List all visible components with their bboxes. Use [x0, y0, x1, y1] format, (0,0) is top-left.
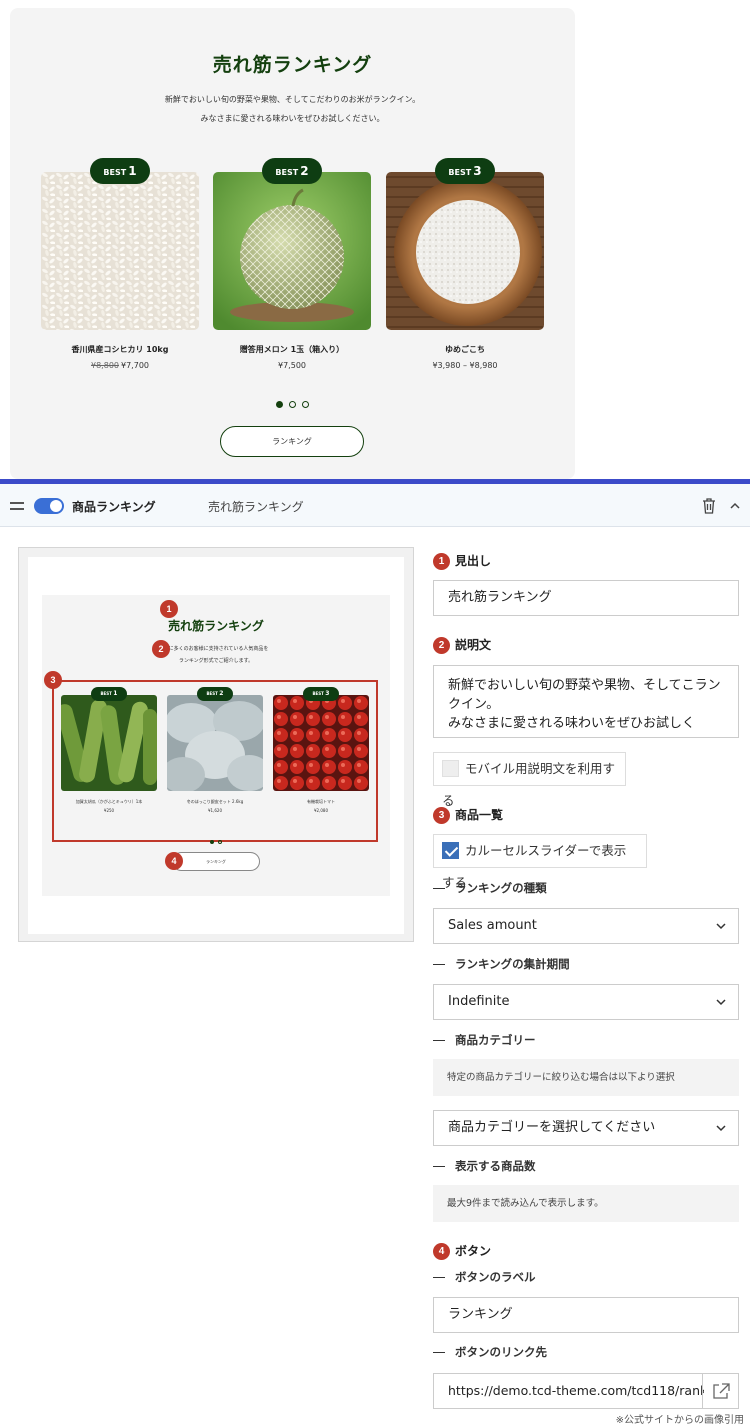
product-list-label: 3 商品一覧	[433, 806, 503, 824]
dot	[210, 840, 214, 844]
button-section-label: 4 ボタン	[433, 1242, 491, 1260]
product-name: 有機栽培トマト	[307, 799, 335, 804]
dot	[218, 840, 222, 844]
block-enable-toggle[interactable]	[34, 498, 64, 514]
diagram-preview: 売れ筋ランキング 特に多くのお客様に支持されている人気商品を ランキング形式でご…	[42, 595, 390, 896]
button-label-input[interactable]: ランキング	[433, 1297, 739, 1333]
ranking-type-select[interactable]: Sales amount	[433, 908, 739, 944]
section-title: 売れ筋ランキング	[212, 54, 373, 76]
ranking-button[interactable]: ランキング	[220, 426, 364, 457]
number-badge: 2	[433, 637, 450, 654]
chevron-down-icon	[716, 923, 726, 930]
diagram-product-2: BEST 2 冬のほっこり銀皮セット 2.6kg ¥1,620	[167, 687, 263, 813]
rank-badge: BEST 3	[303, 687, 339, 701]
diagram-carousel-dots	[42, 829, 390, 848]
rice-bowl-image[interactable]	[386, 172, 544, 330]
rank-badge: BEST 1	[91, 687, 127, 701]
category-label: 商品カテゴリー	[433, 1032, 536, 1048]
heading-input[interactable]: 売れ筋ランキング	[433, 580, 739, 616]
number-badge: 3	[433, 807, 450, 824]
chevron-down-icon	[716, 999, 726, 1006]
checkbox-checked-icon[interactable]	[442, 842, 459, 859]
product-name[interactable]: ゆめごこち	[386, 344, 544, 355]
carousel-dot-1[interactable]	[276, 401, 283, 408]
chevron-up-icon[interactable]	[730, 501, 740, 511]
carousel-dot-2[interactable]	[289, 401, 296, 408]
product-price: ¥250	[103, 808, 115, 813]
description-label: 2 説明文	[433, 636, 491, 654]
rank-badge: BEST 1	[90, 158, 150, 184]
image-caption: ※公式サイトからの画像引用	[615, 1415, 744, 1426]
open-link-button[interactable]	[702, 1374, 738, 1408]
diagram-title: 売れ筋ランキング	[168, 619, 264, 633]
melon-image[interactable]	[213, 172, 371, 330]
marker-2: 2	[152, 640, 170, 658]
ranking-period-label: ランキングの集計期間	[433, 956, 570, 972]
diagram-description: 特に多くのお客様に支持されている人気商品を ランキング形式でご紹介します。	[163, 646, 269, 664]
product-name: 冬のほっこり銀皮セット 2.6kg	[186, 799, 244, 804]
product-count-label: 表示する商品数	[433, 1158, 536, 1174]
mobile-description-checkbox[interactable]: モバイル用説明文を利用する	[433, 752, 626, 808]
heading-label: 1 見出し	[433, 552, 491, 570]
block-header: 商品ランキング 売れ筋ランキング	[0, 484, 750, 527]
product-name[interactable]: 贈答用メロン 1玉（箱入り）	[213, 344, 371, 355]
carousel-checkbox[interactable]: カルーセルスライダーで表示する	[433, 834, 647, 890]
layout-diagram: 売れ筋ランキング 特に多くのお客様に支持されている人気商品を ランキング形式でご…	[18, 547, 414, 942]
product-name[interactable]: 香川県産コシヒカリ 10kg	[41, 344, 199, 355]
number-badge: 1	[433, 553, 450, 570]
diagram-product-1: BEST 1 加賀太胡瓜（かがふとキュウリ）1本 ¥250	[61, 687, 157, 813]
diagram-canvas: 売れ筋ランキング 特に多くのお客様に支持されている人気商品を ランキング形式でご…	[28, 557, 404, 934]
product-price: ¥3,980 – ¥8,980	[432, 361, 498, 370]
product-price: ¥2,080	[314, 808, 328, 813]
category-select[interactable]: 商品カテゴリーを選択してください	[433, 1110, 739, 1146]
product-price: ¥1,620	[208, 808, 222, 813]
block-type-name: 商品ランキング	[72, 500, 156, 514]
description-textarea[interactable]: 新鮮でおいしい旬の野菜や果物、そしてこラン クイン。 みなさまに愛される味わいを…	[433, 665, 739, 738]
ranking-preview-section: 売れ筋ランキング 新鮮でおいしい旬の野菜や果物、そしてこだわりのお米がランクイン…	[10, 8, 575, 479]
product-card-1[interactable]: BEST 1 香川県産コシヒカリ 10kg ¥8,800 ¥7,700	[41, 158, 199, 370]
marker-1: 1	[160, 600, 178, 618]
diagram-product-3: BEST 3 有機栽培トマト ¥2,080	[273, 687, 369, 813]
cucumbers-image	[61, 695, 157, 791]
button-link-field-label: ボタンのリンク先	[433, 1344, 547, 1360]
carousel-dots	[10, 393, 575, 412]
drag-handle-icon[interactable]	[10, 502, 24, 510]
rice-grains-image[interactable]	[41, 172, 199, 330]
category-note: 特定の商品カテゴリーに絞り込む場合は以下より選択	[433, 1059, 739, 1096]
diagram-ranking-button: ランキング	[172, 852, 260, 871]
product-price: ¥8,800 ¥7,700	[91, 361, 149, 370]
button-link-field: https://demo.tcd-theme.com/tcd118/rank	[433, 1373, 739, 1409]
chevron-down-icon	[716, 1125, 726, 1132]
external-link-icon	[713, 1383, 730, 1399]
button-link-input[interactable]: https://demo.tcd-theme.com/tcd118/rank	[434, 1374, 704, 1408]
rank-badge: BEST 2	[262, 158, 322, 184]
rank-badge: BEST 3	[435, 158, 495, 184]
number-badge: 4	[433, 1243, 450, 1260]
toggle-knob	[50, 500, 62, 512]
ranking-period-select[interactable]: Indefinite	[433, 984, 739, 1020]
ranking-type-label: ランキングの種類	[433, 880, 547, 896]
button-label-field-label: ボタンのラベル	[433, 1269, 536, 1285]
pumpkins-image	[167, 695, 263, 791]
product-card-3[interactable]: BEST 3 ゆめごこち ¥3,980 – ¥8,980	[386, 158, 544, 370]
tomatoes-image	[273, 695, 369, 791]
marker-3: 3	[44, 671, 62, 689]
product-card-2[interactable]: BEST 2 贈答用メロン 1玉（箱入り） ¥7,500	[213, 158, 371, 370]
trash-icon[interactable]	[702, 498, 716, 514]
section-description: 新鮮でおいしい旬の野菜や果物、そしてこだわりのお米がランクイン。 みなさまに愛さ…	[164, 95, 421, 123]
checkbox-unchecked-icon[interactable]	[442, 760, 459, 777]
product-price: ¥7,500	[278, 361, 306, 370]
product-name: 加賀太胡瓜（かがふとキュウリ）1本	[75, 799, 143, 804]
rank-badge: BEST 2	[197, 687, 233, 701]
product-count-note: 最大9件まで読み込んで表示します。	[433, 1185, 739, 1222]
marker-4: 4	[165, 852, 183, 870]
carousel-dot-3[interactable]	[302, 401, 309, 408]
block-subtitle: 売れ筋ランキング	[208, 500, 304, 514]
